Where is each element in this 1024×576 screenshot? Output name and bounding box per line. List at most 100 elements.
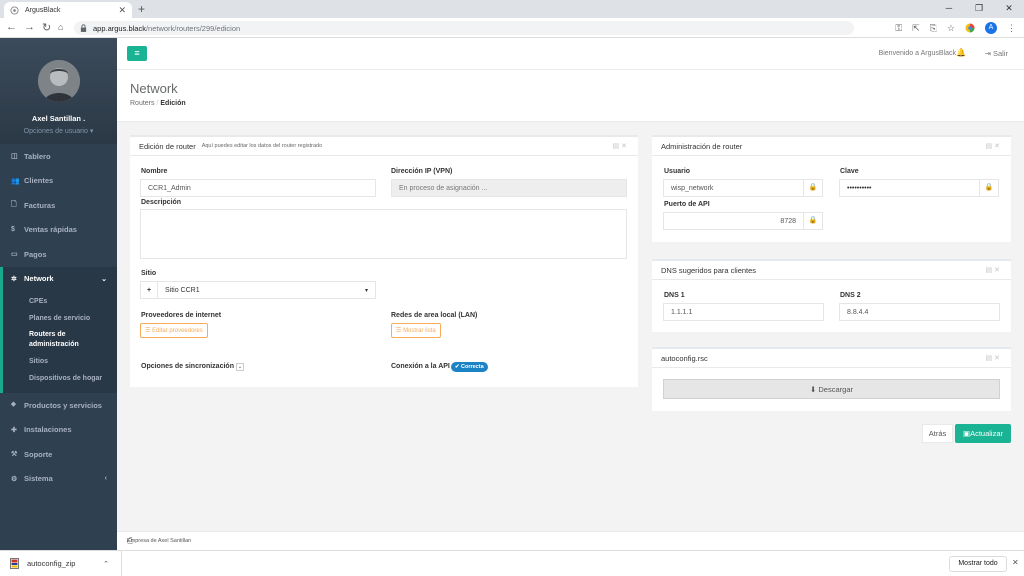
- panel-header: autoconfig.rsc ▤✕: [652, 349, 1011, 368]
- profile-avatar[interactable]: A: [985, 22, 997, 34]
- panel-title: Edición de router: [139, 141, 196, 151]
- description-label: Descripción: [141, 199, 182, 206]
- browser-tab[interactable]: ArgusBlack ✕: [4, 2, 132, 18]
- tags-icon: ⬥: [11, 401, 16, 409]
- update-button[interactable]: ▣Actualizar: [955, 424, 1011, 443]
- admin-router-panel: Administración de router ▤✕ Usuario wisp…: [652, 135, 1011, 242]
- key-icon[interactable]: ⚿: [895, 23, 902, 34]
- panel-tools: ▤✕: [613, 142, 630, 150]
- minimize-icon[interactable]: ─: [934, 0, 964, 16]
- panel-tools: ▤✕: [986, 142, 1003, 150]
- breadcrumb: Routers / Edición: [130, 100, 186, 107]
- select-arrow-icon: ▾: [364, 287, 368, 294]
- submenu-item-dispositivos[interactable]: Dispositivos de hogar: [3, 370, 117, 387]
- sidebar-item-clientes[interactable]: 👥 Clientes: [0, 169, 117, 194]
- submenu-item-planes[interactable]: Planes de servicio: [3, 310, 117, 327]
- breadcrumb-separator: /: [156, 100, 159, 107]
- favicon-icon: [10, 5, 19, 15]
- show-list-button[interactable]: ☰ Mostrar lista: [391, 323, 441, 338]
- close-window-icon[interactable]: ✕: [994, 0, 1024, 16]
- lock-port-button[interactable]: 🔒: [803, 212, 823, 230]
- reload-icon[interactable]: ↻: [42, 21, 51, 34]
- dashboard-icon: ◫: [11, 153, 18, 161]
- api-password-input[interactable]: ••••••••••: [839, 179, 980, 197]
- description-textarea[interactable]: [140, 209, 627, 259]
- menu-toggle-button[interactable]: ≡: [127, 46, 147, 61]
- api-port-input[interactable]: 8728: [663, 212, 804, 230]
- close-tab-icon[interactable]: ✕: [118, 5, 126, 16]
- address-bar-row: ← → ↻ ⌂ app.argus.black/network/routers/…: [0, 18, 1024, 38]
- dns2-input[interactable]: 8.8.4.4: [839, 303, 1000, 321]
- site-select[interactable]: Sitio CCR1 ▾: [157, 281, 376, 299]
- sidebar-item-ventas[interactable]: $ Ventas rápidas: [0, 218, 117, 243]
- breadcrumb-routers[interactable]: Routers: [130, 100, 155, 107]
- sidebar-item-facturas[interactable]: 🗋 Facturas: [0, 193, 117, 218]
- user-options-dropdown[interactable]: Opciones de usuario ▾: [0, 127, 117, 135]
- api-port-label: Puerto de API: [664, 201, 710, 208]
- sidebar-item-label: Productos y servicios: [24, 400, 102, 410]
- save-icon[interactable]: ▤: [986, 267, 995, 274]
- logout-link[interactable]: ⇥ Salir: [985, 49, 1008, 58]
- back-button[interactable]: Atrás: [922, 424, 953, 443]
- home-icon[interactable]: ⌂: [58, 22, 63, 32]
- sidebar-item-pagos[interactable]: ▭ Pagos: [0, 242, 117, 267]
- sidebar-item-soporte[interactable]: ⚒ Soporte: [0, 442, 117, 467]
- close-icon[interactable]: ✕: [994, 143, 1002, 150]
- lock-user-button[interactable]: 🔒: [803, 179, 823, 197]
- sidebar-item-sistema[interactable]: ⚙ Sistema ‹: [0, 467, 117, 492]
- submenu-item-cpes[interactable]: CPEs: [3, 293, 117, 310]
- submenu-item-sitios[interactable]: Sitios: [3, 353, 117, 370]
- download-filename: autoconfig_zip: [27, 559, 76, 568]
- panel-title: DNS sugeridos para clientes: [661, 265, 757, 275]
- submenu-item-routers[interactable]: Routers de administración: [3, 327, 117, 353]
- open-external-icon[interactable]: ⇱: [912, 23, 920, 34]
- edit-providers-button[interactable]: ☰ Editar proveedores: [140, 323, 208, 338]
- logout-label: Salir: [992, 49, 1008, 58]
- list-icon: ☰: [145, 328, 151, 334]
- url-input[interactable]: app.argus.black/network/routers/299/edic…: [74, 21, 854, 35]
- add-site-button[interactable]: +: [140, 281, 158, 299]
- save-icon[interactable]: ▤: [613, 143, 622, 150]
- invoice-icon: 🗋: [11, 200, 17, 208]
- download-item[interactable]: autoconfig_zip ⌃: [0, 551, 122, 576]
- panel-tools: ▤✕: [986, 266, 1003, 274]
- api-user-input[interactable]: wisp_network: [663, 179, 804, 197]
- back-icon[interactable]: ←: [6, 21, 17, 33]
- extension-icon[interactable]: [965, 23, 975, 33]
- dollar-icon: $: [11, 226, 15, 234]
- menu-kebab-icon[interactable]: ⋮: [1007, 23, 1016, 34]
- chevron-up-icon[interactable]: ⌃: [103, 560, 109, 568]
- printer-icon[interactable]: ⎙: [127, 536, 1012, 546]
- name-input[interactable]: CCR1_Admin: [140, 179, 376, 197]
- sidebar-item-instalaciones[interactable]: ✚ Instalaciones: [0, 418, 117, 443]
- isp-label: Proveedores de internet: [141, 312, 222, 319]
- breadcrumb-current: Edición: [160, 100, 186, 107]
- close-icon[interactable]: ✕: [1012, 558, 1019, 567]
- download-button[interactable]: ⬇ Descargar: [663, 379, 1000, 399]
- page-title: Network: [130, 81, 178, 96]
- new-tab-icon[interactable]: +: [138, 2, 145, 16]
- close-icon[interactable]: ✕: [621, 143, 629, 150]
- forward-icon[interactable]: →: [24, 21, 35, 33]
- save-icon[interactable]: ▤: [986, 143, 995, 150]
- sidebar-item-productos[interactable]: ⬥ Productos y servicios: [0, 393, 117, 418]
- close-icon[interactable]: ✕: [994, 355, 1002, 362]
- panel-tools: ▤✕: [986, 354, 1003, 362]
- star-icon[interactable]: ☆: [947, 23, 955, 34]
- sidebar-item-network[interactable]: ✲ Network ⌄: [0, 266, 117, 291]
- chevron-down-icon: ⌄: [235, 363, 245, 371]
- sidebar-item-label: Ventas rápidas: [24, 225, 77, 235]
- dns1-input[interactable]: 1.1.1.1: [663, 303, 824, 321]
- restore-icon[interactable]: ❐: [964, 0, 994, 16]
- close-icon[interactable]: ✕: [994, 267, 1002, 274]
- panel-subtitle: Aquí puedes editar los datos del router …: [201, 143, 323, 149]
- lock-password-button[interactable]: 🔒: [979, 179, 999, 197]
- save-icon[interactable]: ▤: [986, 355, 995, 362]
- translate-icon[interactable]: ⎘: [930, 23, 937, 34]
- sync-options-toggle[interactable]: Opciones de sincronización ⌄: [141, 363, 245, 371]
- wrench-icon: ⚒: [11, 451, 18, 459]
- save-icon: ▣: [962, 429, 971, 438]
- show-all-button[interactable]: Mostrar todo: [949, 556, 1007, 572]
- bell-icon[interactable]: 🔔: [956, 48, 966, 57]
- sidebar-item-tablero[interactable]: ◫ Tablero: [0, 144, 117, 169]
